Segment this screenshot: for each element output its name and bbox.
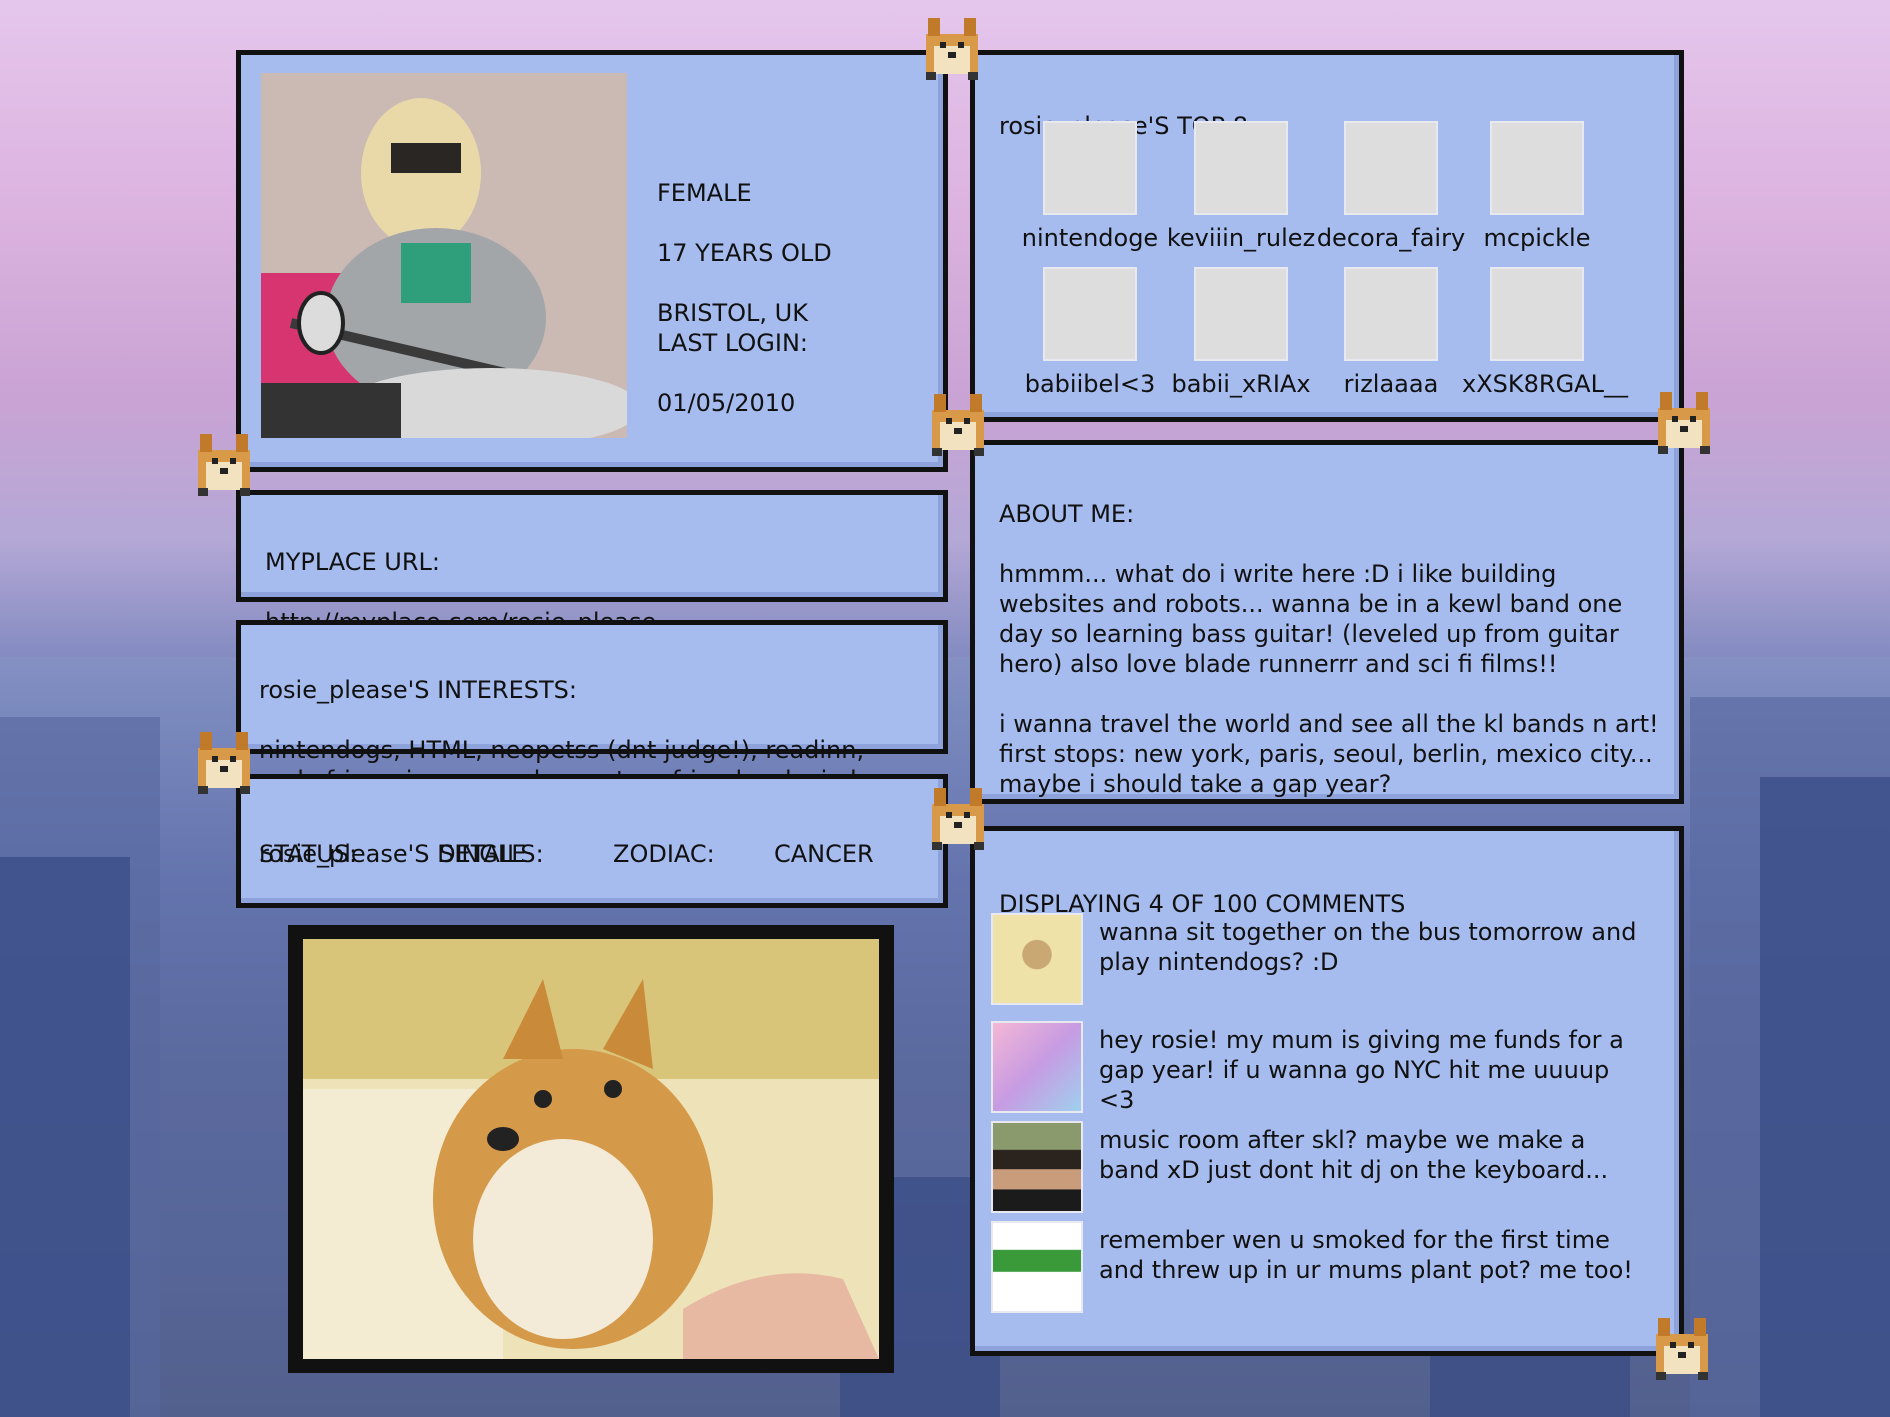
doge-sprite-icon [1656,1318,1708,1380]
rizla-avatar-icon[interactable] [1344,267,1438,361]
url-panel: MYPLACE URL: http://myplace.com/rosie_pl… [236,490,948,636]
gender-text: FEMALE [657,179,752,207]
pink-avatar-icon[interactable] [1344,121,1438,215]
details-panel: rosie_please'S DETAILS: STATUS: SINGLE Z… [236,774,948,908]
doge-sprite-icon [926,18,978,80]
status-value: SINGLE [439,840,527,868]
top8-friend[interactable]: mcpickle [1462,121,1612,253]
comment-text: music room after skl? maybe we make a ba… [1099,1126,1609,1184]
top8-panel: rosie_please'S TOP 8: nintendogekeviiin_… [970,50,1684,422]
doge-sprite-icon [932,394,984,456]
friend-name[interactable]: babiibel<3 [1015,369,1165,399]
top8-friend[interactable]: rizlaaaa [1316,267,1466,399]
about-paragraph-2: i wanna travel the world and see all the… [999,710,1659,798]
interests-panel: rosie_please'S INTERESTS: nintendogs, HT… [236,620,948,824]
doge-sprite-icon [1658,392,1710,454]
pink-avatar-icon[interactable] [991,1021,1083,1113]
comment-item: music room after skl? maybe we make a ba… [991,1121,1631,1213]
doge-image-frame [288,925,894,1373]
comments-panel: DISPLAYING 4 OF 100 COMMENTS wanna sit t… [970,826,1684,1356]
babybel-avatar-icon[interactable] [1043,267,1137,361]
status-label: STATUS: [259,840,358,868]
last-login-value: 01/05/2010 [657,389,796,417]
photo-icon [261,73,627,438]
comment-text: hey rosie! my mum is giving me funds for… [1099,1026,1624,1114]
profile-photo [261,73,627,438]
top8-friend[interactable]: babiibel<3 [1015,267,1165,399]
zodiac-label: ZODIAC: [613,840,715,868]
age-text: 17 YEARS OLD [657,239,832,267]
comment-text: remember wen u smoked for the first time… [1099,1226,1633,1284]
dog-avatar-icon[interactable] [1043,121,1137,215]
friend-name[interactable]: xXSK8RGAL__ [1462,369,1628,399]
interests-title: rosie_please'S INTERESTS: [259,676,577,704]
friend-name[interactable]: decora_fairy [1316,223,1466,253]
last-login-label: LAST LOGIN: [657,329,808,357]
about-title: ABOUT ME: [999,500,1135,528]
top8-friend[interactable]: xXSK8RGAL__ [1462,267,1628,399]
comment-text: wanna sit together on the bus tomorrow a… [1099,918,1637,976]
comment-item: remember wen u smoked for the first time… [991,1221,1633,1313]
friend-name[interactable]: nintendoge [1015,223,1165,253]
about-paragraph-1: hmmm... what do i write here :D i like b… [999,560,1623,678]
top8-friend[interactable]: babii_xRIAx [1166,267,1316,399]
boy-avatar-icon[interactable] [1194,121,1288,215]
about-panel: ABOUT ME: hmmm... what do i write here :… [970,440,1684,804]
boy-avatar-icon[interactable] [991,1121,1083,1213]
comment-item: wanna sit together on the bus tomorrow a… [991,913,1636,1005]
pickle-avatar-icon[interactable] [1490,121,1584,215]
doge-sprite-icon [932,788,984,850]
rizla-avatar-icon[interactable] [991,1221,1083,1313]
top8-friend[interactable]: keviiin_rulez [1166,121,1316,253]
top8-friend[interactable]: nintendoge [1015,121,1165,253]
anime-avatar-icon[interactable] [1194,267,1288,361]
doge-meme-icon [303,939,879,1359]
doge-sprite-icon [198,434,250,496]
friend-name[interactable]: mcpickle [1462,223,1612,253]
friend-name[interactable]: keviiin_rulez [1166,223,1316,253]
comment-item: hey rosie! my mum is giving me funds for… [991,1021,1631,1114]
friend-name[interactable]: rizlaaaa [1316,369,1466,399]
blur-avatar-icon[interactable] [1490,267,1584,361]
friend-name[interactable]: babii_xRIAx [1166,369,1316,399]
url-label: MYPLACE URL: [265,548,441,576]
dog-avatar-icon[interactable] [991,913,1083,1005]
zodiac-value: CANCER [774,840,874,868]
doge-sprite-icon [198,732,250,794]
profile-panel: FEMALE 17 YEARS OLD BRISTOL, UK LAST LOG… [236,50,948,472]
top8-friend[interactable]: decora_fairy [1316,121,1466,253]
